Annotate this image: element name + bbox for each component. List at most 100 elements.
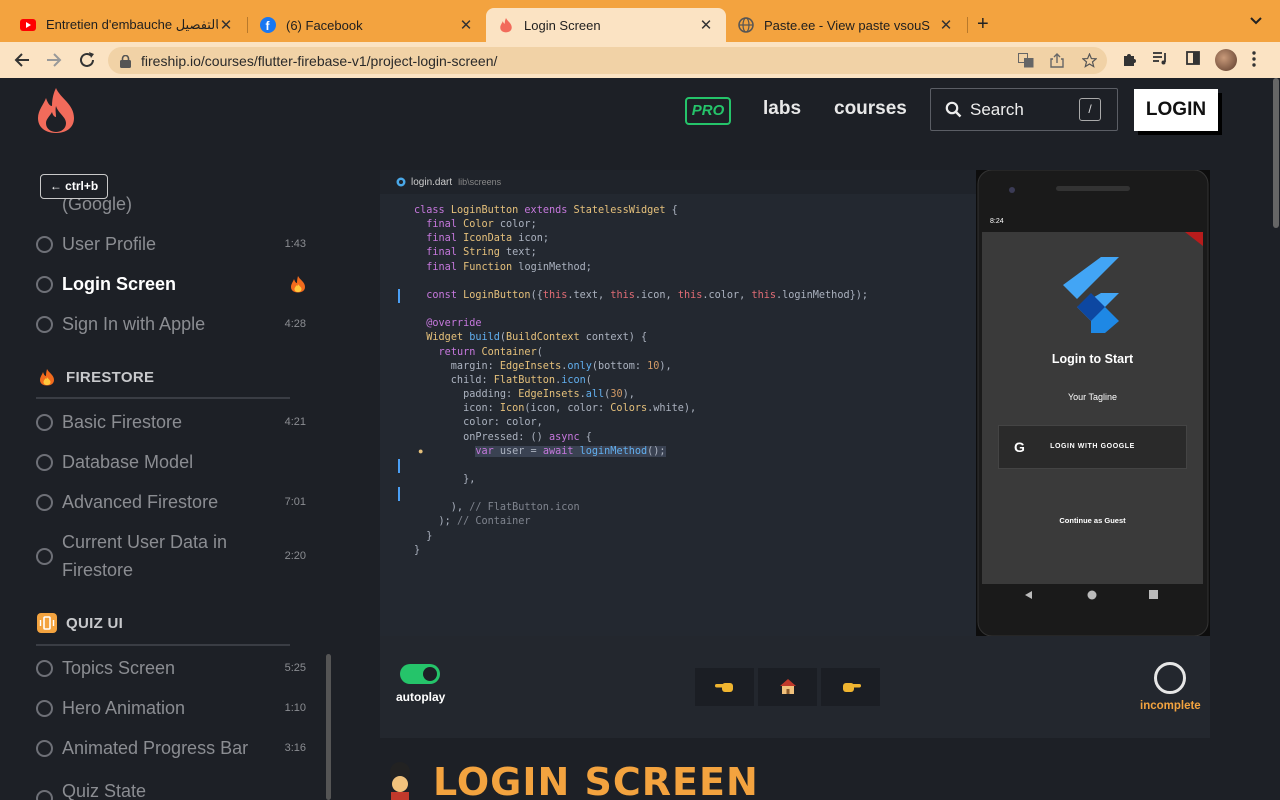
lesson-status-circle-icon	[36, 790, 53, 800]
sidebar-scrollbar[interactable]	[326, 654, 331, 800]
lesson-item-user-profile[interactable]: User Profile 1:43	[36, 230, 306, 258]
lesson-item-login-screen[interactable]: Login Screen	[36, 270, 306, 298]
address-bar[interactable]: fireship.io/courses/flutter-firebase-v1/…	[108, 47, 1107, 74]
lesson-status-circle-icon	[36, 235, 53, 253]
section-title: QUIZ UI	[66, 614, 124, 632]
forward-arrow-icon[interactable]	[42, 48, 66, 72]
lesson-item-hero-animation[interactable]: Hero Animation 1:10	[36, 694, 306, 722]
lesson-name: Login Screen	[62, 274, 177, 294]
lesson-item-basic-firestore[interactable]: Basic Firestore 4:21	[36, 408, 306, 436]
login-with-google-button[interactable]: G LOGIN WITH GOOGLE	[998, 425, 1187, 469]
lesson-item-advanced-firestore[interactable]: Advanced Firestore 7:01	[36, 488, 306, 516]
browser-tab-youtube[interactable]: Entretien d'embauche بالتفصيل ✕	[8, 8, 246, 42]
phone-app-screen: Login to Start Your Tagline G LOGIN WITH…	[982, 232, 1203, 584]
lesson-name: Sign In with Apple	[62, 314, 206, 334]
fire-icon	[36, 366, 58, 388]
tab-title: (6) Facebook	[286, 17, 363, 33]
toggle-sidebar-button[interactable]: ← ctrl+b	[40, 174, 108, 199]
lesson-item-animated-progress-bar[interactable]: Animated Progress Bar 3:16	[36, 734, 306, 762]
lesson-title: LOGIN SCREEN	[433, 760, 759, 800]
dart-file-icon	[396, 177, 406, 187]
tab-close-icon[interactable]: ✕	[218, 16, 234, 34]
lesson-name: Topics Screen	[62, 658, 176, 678]
media-queue-icon[interactable]	[1152, 51, 1168, 69]
course-sidebar: ← ctrl+b (Google) User Profile 1:43 Logi…	[0, 78, 331, 800]
android-back-icon[interactable]	[1024, 590, 1034, 600]
next-lesson-button[interactable]	[821, 668, 880, 706]
code-editor: class LoginButton extends StatelessWidge…	[414, 205, 868, 556]
android-home-icon[interactable]	[1087, 590, 1097, 600]
continue-as-guest-button[interactable]: Continue as Guest	[982, 516, 1203, 525]
phone-status-time: 8:24	[990, 218, 1004, 225]
lesson-duration: 2:20	[284, 550, 306, 562]
bookmark-star-icon[interactable]	[1081, 52, 1098, 71]
home-button[interactable]	[758, 668, 817, 706]
pro-badge[interactable]: PRO	[685, 97, 731, 125]
lesson-status-circle-icon	[36, 739, 53, 757]
lesson-duration: 1:10	[284, 702, 306, 714]
editor-filename: login.dart	[411, 176, 453, 188]
lesson-item-database-model[interactable]: Database Model	[36, 448, 306, 476]
lesson-status-circle-icon	[36, 659, 53, 677]
tab-close-icon[interactable]: ✕	[938, 16, 954, 34]
side-panel-icon[interactable]	[1186, 51, 1200, 69]
lesson-status-circle-icon	[36, 699, 53, 717]
lesson-duration: 4:28	[284, 318, 306, 330]
android-emulator[interactable]: 8:24 Login to Start Your Tagline G LOGIN…	[976, 170, 1210, 636]
previous-lesson-button[interactable]	[695, 668, 754, 706]
profile-avatar[interactable]	[1215, 49, 1237, 71]
lesson-name: Current User Data in Firestore	[62, 532, 228, 580]
lesson-item-topics-screen[interactable]: Topics Screen 5:25	[36, 654, 306, 682]
section-title: FIRESTORE	[66, 368, 155, 386]
lesson-duration: 5:25	[284, 662, 306, 674]
completion-status: incomplete	[1140, 700, 1201, 712]
lesson-item-quiz-state[interactable]: Quiz State	[36, 774, 306, 800]
lesson-name: User Profile	[62, 234, 157, 254]
facebook-icon: f	[260, 17, 276, 33]
page-scrollbar[interactable]	[1272, 78, 1280, 800]
tab-title: Login Screen	[524, 17, 601, 33]
extensions-puzzle-icon[interactable]	[1122, 51, 1138, 71]
app-tagline: Your Tagline	[1067, 392, 1118, 402]
tab-close-icon[interactable]: ✕	[698, 16, 714, 34]
mark-complete-button[interactable]	[1154, 662, 1186, 694]
lesson-status-circle-icon	[36, 275, 53, 293]
login-button[interactable]: LOGIN	[1134, 89, 1218, 131]
lesson-item-current-user-data[interactable]: Current User Data in Firestore 2:20	[36, 528, 306, 584]
browser-tab-login-screen[interactable]: Login Screen ✕	[486, 8, 726, 42]
globe-icon	[738, 17, 754, 33]
nav-link-labs[interactable]: labs	[763, 98, 801, 120]
search-icon	[945, 101, 962, 118]
lesson-name: Basic Firestore	[62, 412, 183, 432]
section-divider	[36, 397, 290, 399]
video-player[interactable]: login.dart lib\screens ● class LoginButt…	[380, 170, 1210, 636]
tab-title: Paste.ee - View paste vsouS	[764, 17, 930, 33]
menu-kebab-icon[interactable]	[1252, 51, 1256, 71]
lesson-duration: 3:16	[284, 742, 306, 754]
url-text: fireship.io/courses/flutter-firebase-v1/…	[141, 52, 498, 69]
tab-title: Entretien d'embauche بالتفصيل	[46, 17, 218, 32]
new-tab-button[interactable]: +	[977, 13, 989, 36]
section-header-firestore: FIRESTORE	[36, 366, 154, 388]
pointing-left-hand-icon	[714, 681, 735, 698]
reload-icon[interactable]	[75, 48, 99, 72]
autoplay-toggle[interactable]	[400, 664, 440, 684]
share-icon[interactable]	[1050, 53, 1064, 71]
section-divider	[36, 644, 290, 646]
lesson-duration: 1:43	[284, 238, 306, 250]
lesson-item-sign-in-apple[interactable]: Sign In with Apple 4:28	[36, 310, 306, 338]
translate-icon[interactable]	[1018, 53, 1034, 71]
browser-tab-bar: Entretien d'embauche بالتفصيل ✕ f (6) Fa…	[0, 0, 1280, 42]
browser-tab-paste[interactable]: Paste.ee - View paste vsouS ✕	[726, 8, 966, 42]
tab-close-icon[interactable]: ✕	[458, 16, 474, 34]
search-button[interactable]: Search /	[930, 88, 1118, 131]
android-recents-icon[interactable]	[1149, 590, 1158, 599]
guard-emoji-icon	[386, 762, 414, 800]
lesson-controls: autoplay incomplete	[380, 636, 1210, 738]
git-change-marker	[398, 459, 400, 473]
back-arrow-icon[interactable]	[10, 48, 34, 72]
browser-tab-facebook[interactable]: f (6) Facebook ✕	[248, 8, 486, 42]
nav-link-courses[interactable]: courses	[834, 98, 907, 120]
page-scrollbar-thumb[interactable]	[1273, 78, 1279, 228]
tab-search-chevron-icon[interactable]	[1250, 14, 1262, 28]
